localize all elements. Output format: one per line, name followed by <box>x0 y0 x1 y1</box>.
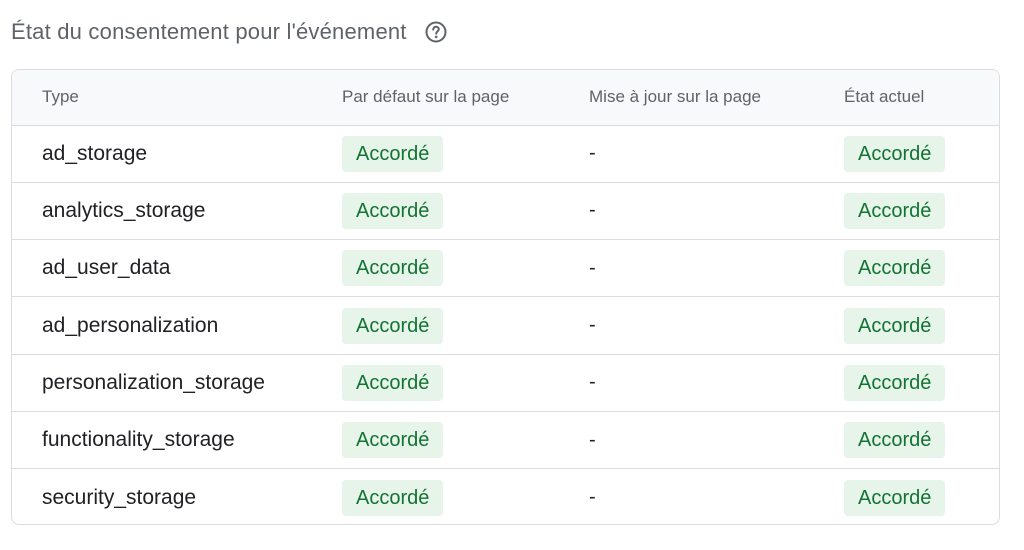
consent-type-cell: analytics_storage <box>12 181 312 240</box>
table-row: personalization_storage Accordé - Accord… <box>12 353 999 412</box>
status-badge-current: Accordé <box>844 364 946 401</box>
table-header-row: Type Par défaut sur la page Mise à jour … <box>12 70 999 126</box>
table-row: analytics_storage Accordé - Accordé <box>12 181 999 240</box>
table-row: functionality_storage Accordé - Accordé <box>12 410 999 469</box>
consent-table-card: Type Par défaut sur la page Mise à jour … <box>11 69 1000 525</box>
table-row: ad_personalization Accordé - Accordé <box>12 296 999 355</box>
page-title: État du consentement pour l'événement <box>11 19 407 44</box>
consent-header: État du consentement pour l'événement <box>11 14 449 50</box>
consent-type-cell: ad_personalization <box>12 296 312 355</box>
status-badge-current: Accordé <box>844 479 946 516</box>
update-cell: - <box>560 239 813 297</box>
status-badge-default: Accordé <box>342 422 444 459</box>
status-badge-default: Accordé <box>342 364 444 401</box>
table-row: ad_storage Accordé - Accordé <box>12 125 999 182</box>
status-badge-current: Accordé <box>844 422 946 459</box>
update-cell: - <box>560 296 813 355</box>
column-header-current: État actuel <box>813 70 999 126</box>
update-cell: - <box>589 142 596 165</box>
table-row: security_storage Accordé - Accordé <box>12 468 999 524</box>
update-cell: - <box>560 410 813 469</box>
status-badge-current: Accordé <box>844 307 946 344</box>
status-badge-default: Accordé <box>342 135 444 172</box>
status-badge-default: Accordé <box>342 250 444 287</box>
status-badge-current: Accordé <box>844 135 946 172</box>
status-badge-current: Accordé <box>844 250 946 287</box>
consent-type-cell: ad_user_data <box>12 239 312 297</box>
update-cell: - <box>560 181 813 240</box>
update-cell: - <box>560 353 813 412</box>
table-row: ad_user_data Accordé - Accordé <box>12 239 999 297</box>
consent-table: Type Par défaut sur la page Mise à jour … <box>12 70 999 524</box>
status-badge-current: Accordé <box>844 192 946 229</box>
help-circle-icon[interactable] <box>423 19 449 45</box>
status-badge-default: Accordé <box>342 307 444 344</box>
column-header-default: Par défaut sur la page <box>312 70 560 126</box>
consent-type-cell: functionality_storage <box>12 410 312 469</box>
consent-type-cell: ad_storage <box>42 141 148 165</box>
status-badge-default: Accordé <box>342 192 444 229</box>
column-header-update: Mise à jour sur la page <box>560 70 813 126</box>
update-cell: - <box>560 468 813 524</box>
consent-type-cell: security_storage <box>12 468 312 524</box>
column-header-type: Type <box>12 70 312 126</box>
status-badge-default: Accordé <box>342 479 444 516</box>
consent-type-cell: personalization_storage <box>12 353 312 412</box>
